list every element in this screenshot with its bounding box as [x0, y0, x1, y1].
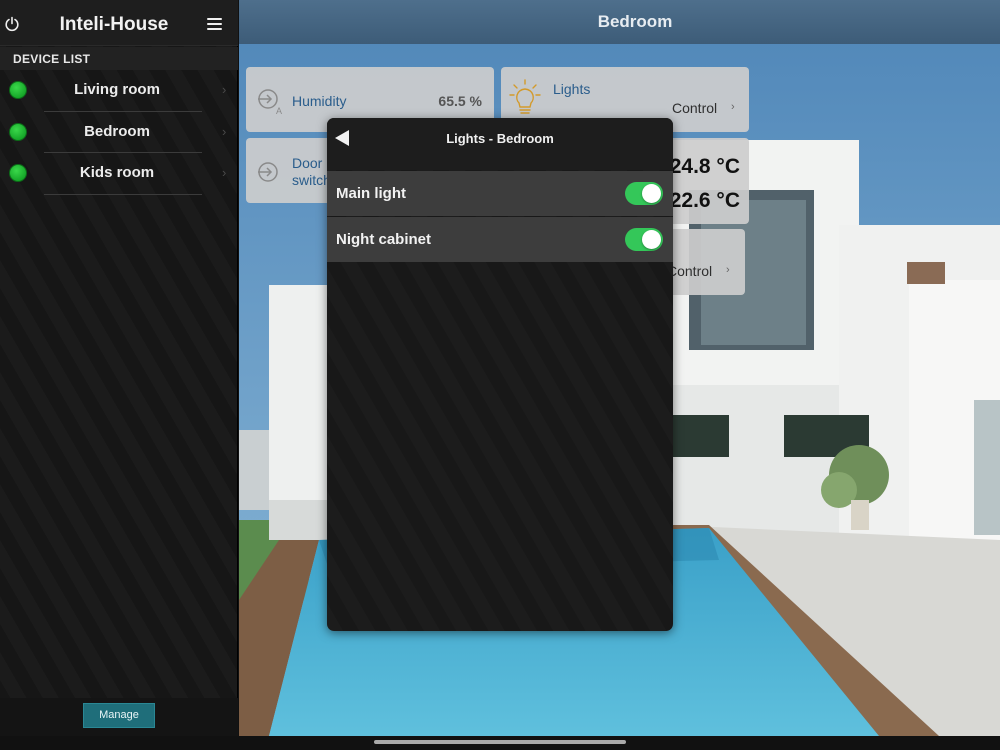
app-title: Inteli-House — [59, 14, 169, 35]
modal-title: Lights - Bedroom — [446, 131, 554, 146]
device-item-bedroom[interactable]: Bedroom › — [0, 112, 238, 153]
main-light-toggle[interactable] — [625, 182, 663, 205]
door-switch-label-line1: Door — [292, 155, 323, 171]
humidity-label: Humidity — [292, 93, 347, 109]
device-label: Kids room — [79, 164, 155, 181]
top-bar: Bedroom — [239, 0, 1000, 44]
chevron-right-icon: › — [731, 101, 735, 113]
humidity-value: 65.5 % — [438, 93, 482, 109]
temperature-value-1: 24.8 °C — [669, 155, 740, 178]
temperature-value-2: 22.6 °C — [669, 189, 740, 212]
toggle-knob — [642, 184, 661, 203]
device-item-kids-room[interactable]: Kids room › — [0, 153, 238, 195]
sidebar-footer: Manage — [0, 698, 238, 736]
lights-modal: Lights - Bedroom Main light Night cabine… — [327, 118, 673, 631]
sensor-icon — [258, 162, 278, 182]
light-row-main-light: Main light — [327, 171, 673, 216]
light-row-night-cabinet: Night cabinet — [327, 217, 673, 262]
light-bulb-icon — [509, 79, 541, 114]
manage-button[interactable]: Manage — [83, 703, 155, 728]
sensor-auto-icon: A — [258, 89, 282, 115]
device-list-heading: DEVICE LIST — [0, 47, 238, 70]
device-item-living-room[interactable]: Living room › — [0, 70, 238, 112]
lights-control-link[interactable]: Control — [672, 100, 717, 116]
home-indicator[interactable] — [374, 740, 626, 744]
door-switch-label-line2: switch — [292, 172, 331, 188]
device-label: Bedroom — [84, 122, 150, 140]
sidebar-header: Inteli-House — [0, 0, 238, 46]
light-label: Night cabinet — [336, 231, 432, 248]
night-cabinet-toggle[interactable] — [625, 228, 663, 251]
device-control-link[interactable]: Control — [667, 263, 712, 279]
svg-text:A: A — [276, 106, 282, 115]
sidebar: Inteli-House DEVICE LIST Living room › B… — [0, 0, 238, 736]
light-label: Main light — [336, 185, 406, 202]
status-online-icon — [9, 122, 27, 141]
page-title: Bedroom — [597, 12, 673, 31]
chevron-right-icon: › — [222, 82, 227, 97]
toggle-knob — [642, 230, 661, 249]
modal-header: Lights - Bedroom — [327, 118, 673, 170]
device-list: Living room › Bedroom › Kids room › — [0, 70, 238, 195]
lights-label: Lights — [553, 81, 591, 97]
chevron-right-icon: › — [222, 165, 227, 180]
divider — [44, 193, 202, 195]
status-online-icon — [9, 81, 27, 99]
chevron-right-icon: › — [726, 264, 730, 276]
device-label: Living room — [74, 81, 160, 98]
status-online-icon — [9, 164, 27, 182]
chevron-right-icon: › — [222, 123, 227, 139]
hamburger-menu-icon[interactable] — [207, 18, 222, 30]
